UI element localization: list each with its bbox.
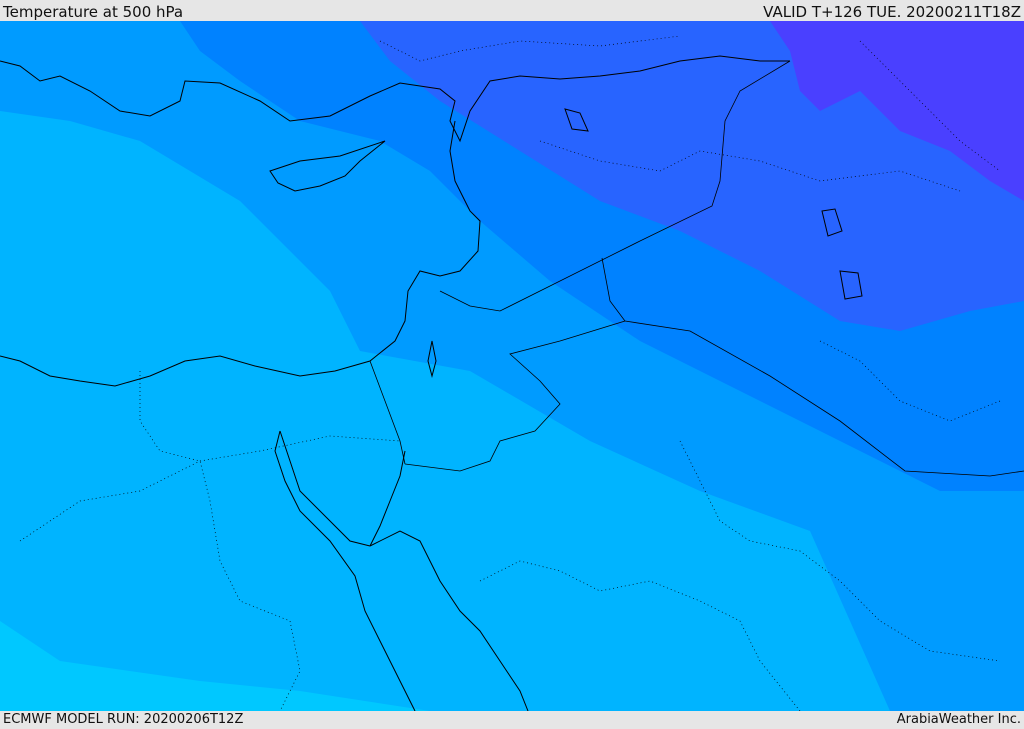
model-run: ECMWF MODEL RUN: 20200206T12Z [3, 712, 244, 727]
valid-time: VALID T+126 TUE. 20200211T18Z [763, 3, 1021, 21]
credit: ArabiaWeather Inc. [896, 712, 1021, 727]
map-canvas [0, 21, 1024, 711]
temperature-map [0, 21, 1024, 711]
footer-bar: ECMWF MODEL RUN: 20200206T12Z ArabiaWeat… [0, 711, 1024, 729]
map-frame: Temperature at 500 hPa VALID T+126 TUE. … [0, 0, 1024, 729]
header-bar: Temperature at 500 hPa VALID T+126 TUE. … [0, 0, 1024, 21]
map-title: Temperature at 500 hPa [3, 3, 184, 21]
